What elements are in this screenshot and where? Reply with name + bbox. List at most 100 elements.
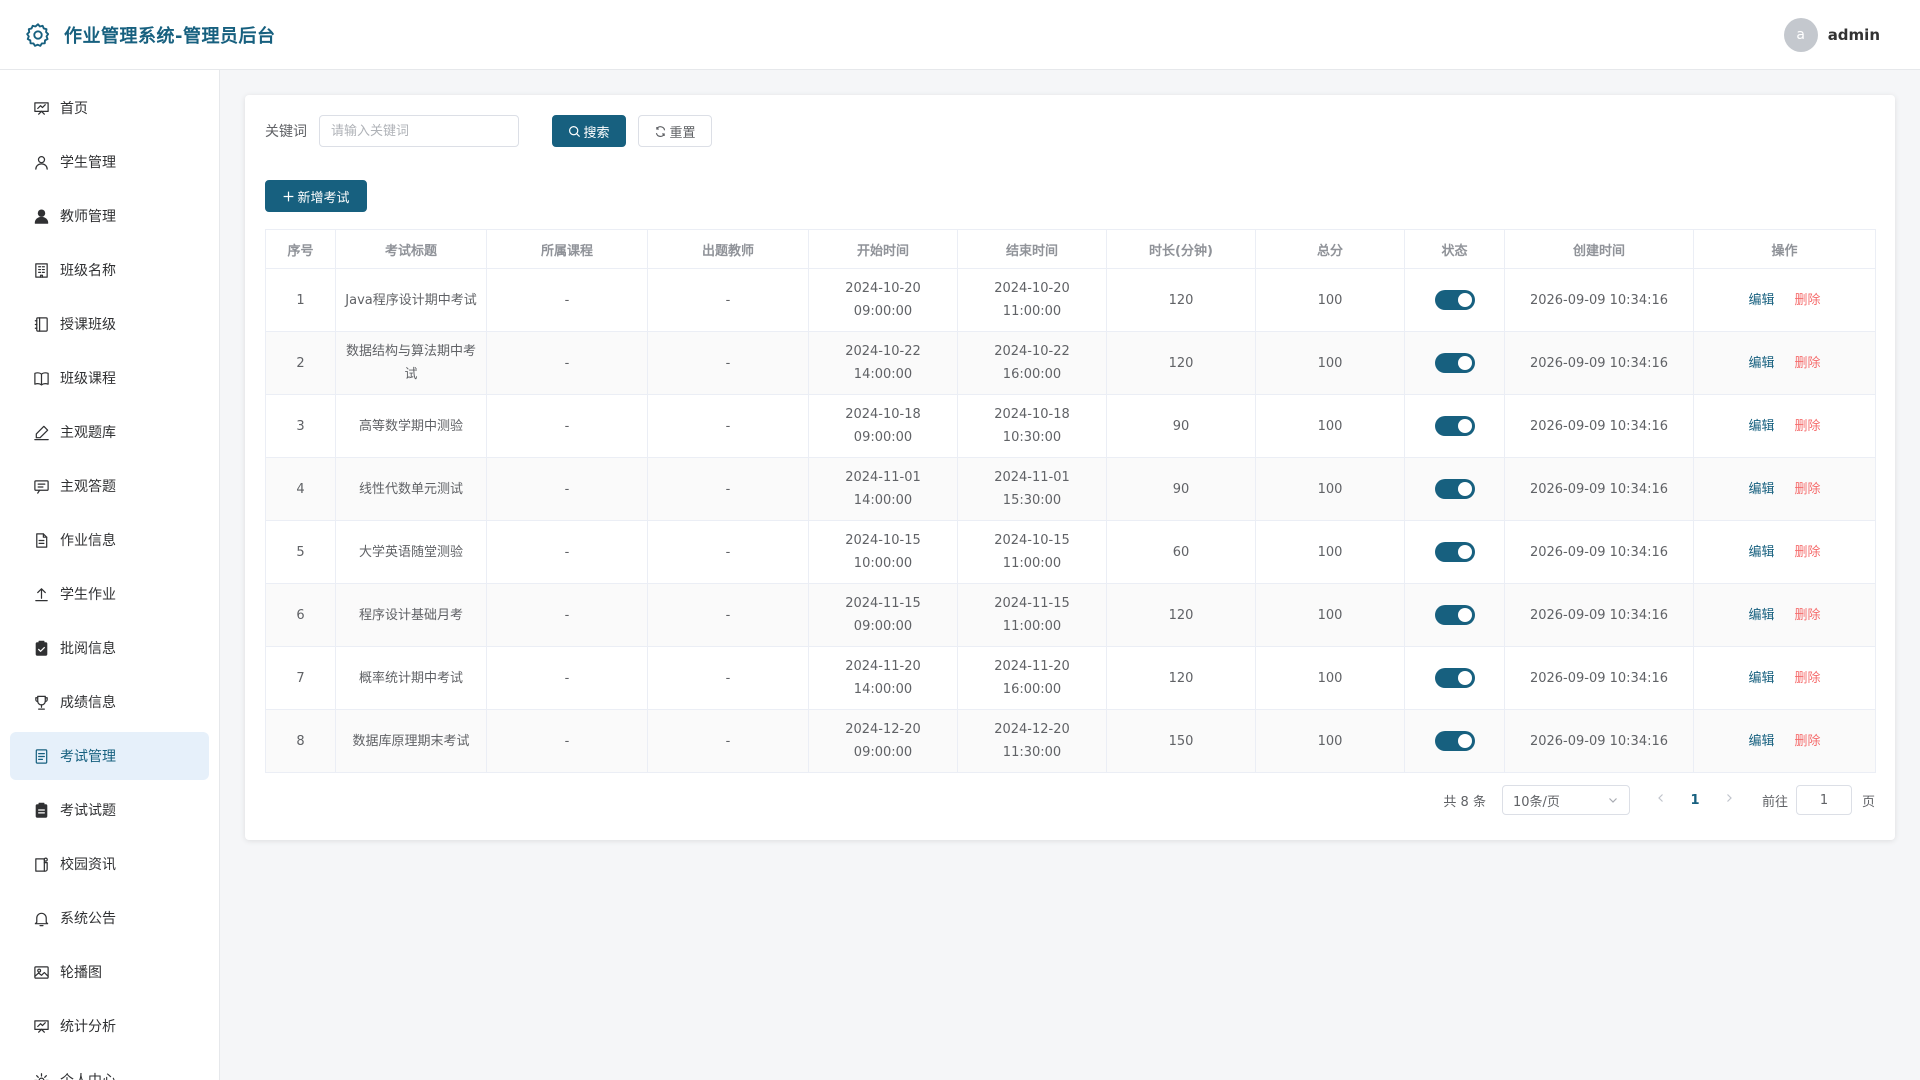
start-time-time: 14:00:00 [853,682,913,697]
total-count: 共 8 条 [1443,794,1486,810]
edit-button[interactable]: 编辑 [1748,419,1774,434]
keyword-label: 关键词 [265,124,307,140]
status-toggle[interactable] [1434,416,1475,436]
delete-button[interactable]: 删除 [1795,419,1821,434]
duration-cell: 120 [1106,646,1256,710]
status-toggle[interactable] [1434,479,1475,499]
start-time-date: 2024-11-01 [845,470,921,485]
created-time: 2026-09-09 10:34:16 [1504,457,1694,521]
goto-page-input[interactable] [1795,785,1852,815]
edit-button[interactable]: 编辑 [1748,734,1774,749]
edit-button[interactable]: 编辑 [1748,293,1774,308]
sidebar-item-6[interactable]: 班级课程 [10,354,209,402]
status-toggle[interactable] [1434,290,1475,310]
sidebar-item-9[interactable]: 作业信息 [10,516,209,564]
delete-button[interactable]: 删除 [1795,356,1821,371]
exam-table: 序号 考试标题 所属课程 出题教师 开始时间 结束时间 时长(分钟) 总分 状态 创建时间 操作 1… [265,229,1876,773]
delete-button[interactable]: 删除 [1795,608,1821,623]
total-score-cell: 100 [1255,394,1405,458]
delete-button[interactable]: 删除 [1795,545,1821,560]
start-time-date: 2024-10-22 [845,344,921,359]
sidebar-item-3[interactable]: 教师管理 [10,192,209,240]
delete-button[interactable]: 删除 [1795,482,1821,497]
status-cell [1404,331,1505,395]
sidebar-item-5[interactable]: 授课班级 [10,300,209,348]
sidebar-item-label: 个人中心 [60,1070,116,1080]
sidebar-item-4[interactable]: 班级名称 [10,246,209,294]
delete-button[interactable]: 删除 [1795,671,1821,686]
prev-page-button[interactable] [1646,792,1676,808]
edit-button[interactable]: 编辑 [1748,608,1774,623]
next-page-button[interactable] [1714,792,1744,808]
add-exam-button[interactable]: 新增考试 [265,180,367,212]
sidebar-item-18[interactable]: 统计分析 [10,1002,209,1050]
course-cell: - [486,583,648,647]
chart-icon [32,1017,50,1035]
edit-button[interactable]: 编辑 [1748,545,1774,560]
duration-cell: 120 [1106,268,1256,332]
sidebar-item-7[interactable]: 主观题库 [10,408,209,456]
sidebar-item-11[interactable]: 批阅信息 [10,624,209,672]
end-time-time: 11:30:00 [1002,745,1062,760]
sidebar-item-12[interactable]: 成绩信息 [10,678,209,726]
page-size-select[interactable]: 10条/页 [1501,785,1630,815]
sidebar-item-label: 教师管理 [60,209,116,225]
start-time-date: 2024-10-20 [845,281,921,296]
status-toggle[interactable] [1434,605,1475,625]
created-time: 2026-09-09 10:34:16 [1504,709,1694,773]
course-cell: - [486,331,648,395]
course-cell: - [486,268,648,332]
username[interactable]: admin [1828,26,1880,44]
end-time-date: 2024-10-20 [994,281,1070,296]
row-index: 2 [265,331,336,395]
dashboard-icon [32,99,50,117]
sidebar-item-19[interactable]: 个人中心 [10,1056,209,1080]
sidebar-item-10[interactable]: 学生作业 [10,570,209,618]
sidebar-item-label: 首页 [60,101,88,117]
sidebar-item-2[interactable]: 学生管理 [10,138,209,186]
sidebar-item-16[interactable]: 系统公告 [10,894,209,942]
end-time-date: 2024-10-15 [994,533,1070,548]
edit-button[interactable]: 编辑 [1748,356,1774,371]
sidebar-item-17[interactable]: 轮播图 [10,948,209,996]
user-menu[interactable]: a admin [1783,18,1880,52]
search-button[interactable]: 搜索 [552,115,626,147]
end-time-date: 2024-10-18 [994,407,1070,422]
row-index: 3 [265,394,336,458]
duration-cell: 90 [1106,394,1256,458]
table-row: 1 Java程序设计期中考试 - -2024-10-20 09:00:00 2024-10… [265,268,1876,332]
course-cell: - [486,394,648,458]
reset-button[interactable]: 重置 [638,115,712,147]
page-number-current[interactable]: 1 [1680,793,1710,808]
exam-title: 大学英语随堂测验 [335,520,487,584]
sidebar-item-14[interactable]: 考试试题 [10,786,209,834]
status-toggle[interactable] [1434,353,1475,373]
setting-icon [32,1071,50,1080]
delete-button[interactable]: 删除 [1795,734,1821,749]
course-cell: - [486,520,648,584]
column-header: 操作 [1693,229,1876,269]
status-toggle[interactable] [1434,668,1475,688]
exam-title: 线性代数单元测试 [335,457,487,521]
total-score-cell: 100 [1255,457,1405,521]
sidebar-item-8[interactable]: 主观答题 [10,462,209,510]
message-icon [32,477,50,495]
book-icon [32,369,50,387]
status-toggle[interactable] [1434,731,1475,751]
keyword-input[interactable] [319,115,519,147]
sidebar-item-label: 批阅信息 [60,641,116,657]
column-header: 时长(分钟) [1106,229,1256,269]
teacher-cell: - [647,520,809,584]
clipboard-check-icon [32,639,50,657]
edit-button[interactable]: 编辑 [1748,671,1774,686]
chevron-right-icon [1727,794,1732,802]
avatar[interactable]: a [1783,18,1818,52]
sidebar-item-13[interactable]: 考试管理 [10,732,209,780]
status-toggle[interactable] [1434,542,1475,562]
actions-cell: 编辑 删除 [1693,268,1876,332]
edit-button[interactable]: 编辑 [1748,482,1774,497]
delete-button[interactable]: 删除 [1795,293,1821,308]
end-time: 2024-11-15 11:00:00 [957,583,1107,647]
sidebar-item-1[interactable]: 首页 [10,84,209,132]
sidebar-item-15[interactable]: 校园资讯 [10,840,209,888]
